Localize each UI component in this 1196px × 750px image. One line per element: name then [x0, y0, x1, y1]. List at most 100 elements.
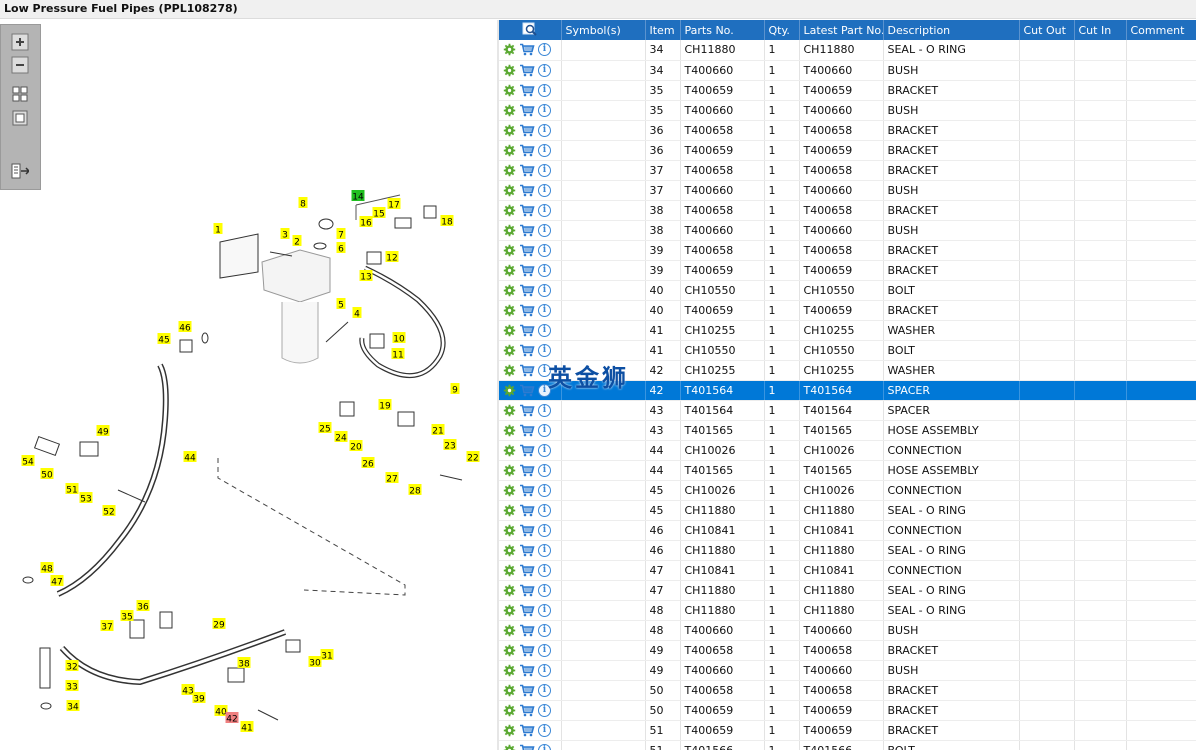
gear-icon[interactable]: [503, 404, 516, 417]
info-icon[interactable]: i: [538, 83, 551, 97]
callout-11[interactable]: 11: [391, 348, 405, 361]
callout-number[interactable]: 27: [386, 475, 397, 485]
callout-number[interactable]: 4: [354, 310, 360, 320]
callout-35[interactable]: 35: [120, 610, 134, 623]
callout-number[interactable]: 9: [452, 386, 458, 396]
gear-icon[interactable]: [503, 364, 516, 377]
callout-number[interactable]: 16: [360, 219, 372, 229]
table-row[interactable]: i 48 T400660 1 T400660 BUSH: [499, 620, 1196, 641]
cart-icon[interactable]: [519, 104, 535, 117]
cart-icon[interactable]: [519, 724, 535, 737]
callout-32[interactable]: 32: [65, 660, 79, 673]
cart-icon[interactable]: [519, 204, 535, 217]
callout-22[interactable]: 22: [466, 451, 480, 464]
callout-number[interactable]: 5: [338, 301, 344, 311]
table-row[interactable]: i 39 T400658 1 T400658 BRACKET: [499, 240, 1196, 261]
callout-20[interactable]: 20: [349, 440, 363, 453]
table-row[interactable]: i 47 CH10841 1 CH10841 CONNECTION: [499, 560, 1196, 581]
cart-icon[interactable]: [519, 624, 535, 637]
gear-icon[interactable]: [503, 684, 516, 697]
info-icon[interactable]: i: [538, 703, 551, 717]
info-icon[interactable]: i: [538, 483, 551, 497]
table-row[interactable]: i 41 CH10255 1 CH10255 WASHER: [499, 320, 1196, 341]
callout-51[interactable]: 51: [65, 483, 79, 496]
callout-number[interactable]: 18: [441, 218, 453, 228]
column-header-comment[interactable]: Comment: [1126, 20, 1196, 40]
table-row[interactable]: i 46 CH11880 1 CH11880 SEAL - O RING: [499, 540, 1196, 561]
callout-16[interactable]: 16: [359, 216, 373, 229]
gear-icon[interactable]: [503, 264, 516, 277]
info-icon[interactable]: i: [538, 683, 551, 697]
column-header-cut-in[interactable]: Cut In: [1074, 20, 1127, 40]
info-icon[interactable]: i: [538, 203, 551, 217]
callout-53[interactable]: 53: [79, 492, 93, 505]
table-row[interactable]: i 48 CH11880 1 CH11880 SEAL - O RING: [499, 600, 1196, 621]
callout-3[interactable]: 3: [280, 228, 290, 241]
cart-icon[interactable]: [519, 224, 535, 237]
gear-icon[interactable]: [503, 624, 516, 637]
info-icon[interactable]: i: [538, 123, 551, 137]
callout-number[interactable]: 14: [352, 193, 364, 203]
callout-10[interactable]: 10: [392, 332, 406, 345]
info-icon[interactable]: i: [538, 743, 551, 750]
callout-number[interactable]: 24: [335, 434, 347, 444]
table-row[interactable]: i 39 T400659 1 T400659 BRACKET: [499, 260, 1196, 281]
table-row[interactable]: i 36 T400658 1 T400658 BRACKET: [499, 120, 1196, 141]
gear-icon[interactable]: [503, 544, 516, 557]
cart-icon[interactable]: [519, 344, 535, 357]
gear-icon[interactable]: [503, 564, 516, 577]
table-row[interactable]: i 34 T400660 1 T400660 BUSH: [499, 60, 1196, 81]
table-row[interactable]: i 43 T401564 1 T401564 SPACER: [499, 400, 1196, 421]
callout-6[interactable]: 6: [336, 242, 346, 255]
callout-number[interactable]: 53: [80, 495, 91, 505]
callout-number[interactable]: 7: [338, 231, 344, 241]
gear-icon[interactable]: [503, 204, 516, 217]
callout-38[interactable]: 38: [237, 657, 251, 670]
cart-icon[interactable]: [519, 404, 535, 417]
callout-number[interactable]: 6: [338, 245, 344, 255]
callout-number[interactable]: 51: [66, 486, 77, 496]
callout-number[interactable]: 47: [51, 578, 62, 588]
callout-number[interactable]: 31: [321, 652, 332, 662]
callout-29[interactable]: 29: [212, 618, 226, 631]
gear-icon[interactable]: [503, 384, 516, 397]
info-icon[interactable]: i: [538, 323, 551, 337]
cart-icon[interactable]: [519, 184, 535, 197]
column-header-item[interactable]: Item: [645, 20, 681, 40]
gear-icon[interactable]: [503, 644, 516, 657]
gear-icon[interactable]: [503, 524, 516, 537]
table-row[interactable]: i 45 CH11880 1 CH11880 SEAL - O RING: [499, 500, 1196, 521]
callout-number[interactable]: 15: [373, 210, 384, 220]
cart-icon[interactable]: [519, 264, 535, 277]
gear-icon[interactable]: [503, 224, 516, 237]
table-row[interactable]: i 43 T401565 1 T401565 HOSE ASSEMBLY: [499, 420, 1196, 441]
gear-icon[interactable]: [503, 324, 516, 337]
info-icon[interactable]: i: [538, 283, 551, 297]
gear-icon[interactable]: [503, 43, 516, 56]
cart-icon[interactable]: [519, 684, 535, 697]
callout-19[interactable]: 19: [378, 399, 392, 412]
info-icon[interactable]: i: [538, 603, 551, 617]
table-row[interactable]: i 35 T400660 1 T400660 BUSH: [499, 100, 1196, 121]
column-header-qty[interactable]: Qty.: [764, 20, 800, 40]
callout-number[interactable]: 49: [97, 428, 109, 438]
callout-number[interactable]: 41: [241, 724, 252, 734]
info-icon[interactable]: i: [538, 443, 551, 457]
info-icon[interactable]: i: [538, 543, 551, 557]
callout-7[interactable]: 7: [336, 228, 346, 241]
gear-icon[interactable]: [503, 284, 516, 297]
callout-54[interactable]: 54: [21, 455, 35, 468]
callout-14[interactable]: 14: [351, 190, 365, 203]
cart-icon[interactable]: [519, 244, 535, 257]
callout-17[interactable]: 17: [387, 198, 401, 211]
callout-number[interactable]: 44: [184, 454, 196, 464]
cart-icon[interactable]: [519, 43, 535, 56]
info-icon[interactable]: i: [538, 503, 551, 517]
callout-12[interactable]: 12: [385, 251, 399, 264]
cart-icon[interactable]: [519, 604, 535, 617]
callout-9[interactable]: 9: [450, 383, 460, 396]
callout-27[interactable]: 27: [385, 472, 399, 485]
callout-48[interactable]: 48: [40, 562, 54, 575]
callout-4[interactable]: 4: [352, 307, 362, 320]
table-row[interactable]: i 46 CH10841 1 CH10841 CONNECTION: [499, 520, 1196, 541]
